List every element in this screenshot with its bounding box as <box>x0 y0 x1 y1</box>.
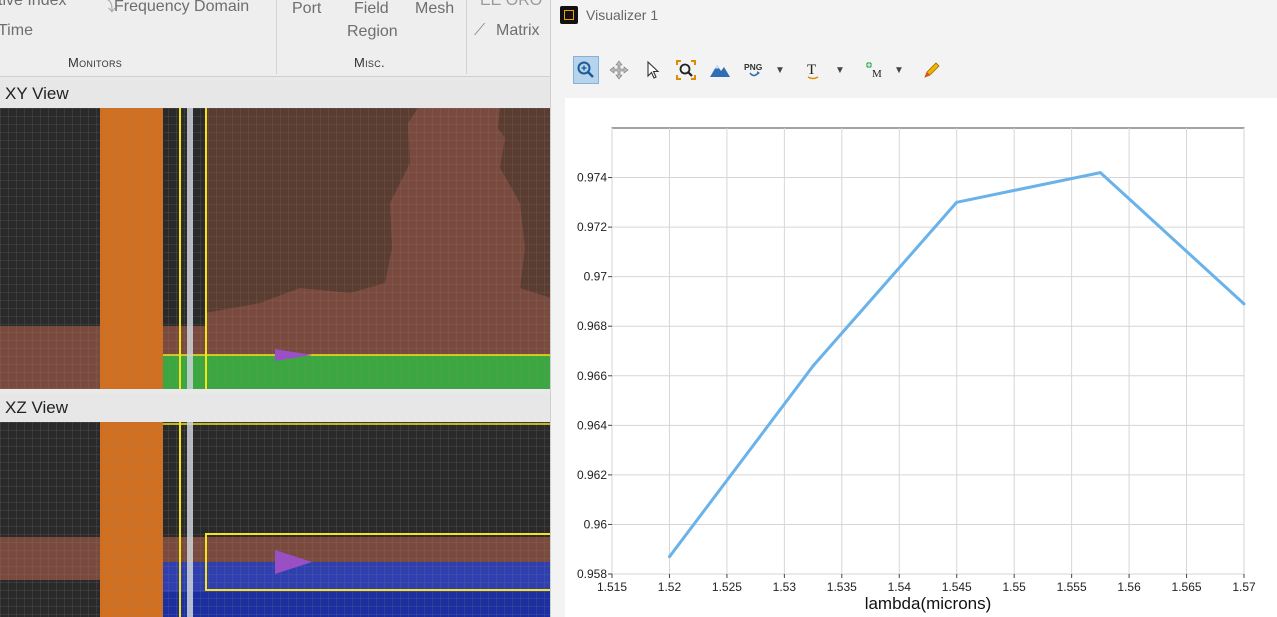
export-dropdown-button[interactable]: ▼ <box>769 56 791 84</box>
png-export-icon: PNG <box>744 62 763 77</box>
pencil-icon <box>924 62 940 78</box>
plot-style-button[interactable] <box>707 56 733 84</box>
chevron-down-icon: ▼ <box>835 64 845 76</box>
x-tick-label: 1.525 <box>712 580 742 594</box>
xz-mesh-grid <box>0 422 551 617</box>
x-tick-label: 1.515 <box>597 580 627 594</box>
x-tick-label: 1.53 <box>773 580 797 594</box>
chevron-down-icon: ▼ <box>894 64 904 76</box>
xy-view-title: XY View <box>5 84 69 103</box>
layout-editor-pane: tive Index ⤵Frequency Domain Time Monito… <box>0 0 551 617</box>
matrix-icon: ⟋ <box>474 22 486 39</box>
x-axis-label: lambda(microns) <box>865 594 992 613</box>
y-tick-label: 0.972 <box>577 220 607 234</box>
ribbon-toolbar: tive Index ⤵Frequency Domain Time Monito… <box>0 0 551 77</box>
svg-text:PNG: PNG <box>744 62 763 72</box>
y-tick-label: 0.962 <box>577 468 607 482</box>
marker-dropdown-button[interactable]: ▼ <box>888 56 910 84</box>
select-tool-button[interactable] <box>640 56 666 84</box>
y-tick-label: 0.968 <box>577 319 607 333</box>
marker-icon: M <box>866 62 882 80</box>
svg-text:T: T <box>807 62 816 78</box>
misc-group-label: Misc. <box>354 55 385 70</box>
ribbon-field-region-line1[interactable]: Field <box>354 0 389 18</box>
ribbon-separator <box>466 0 467 74</box>
ribbon-field-region-line2[interactable]: Region <box>347 23 398 41</box>
y-tick-label: 0.97 <box>584 270 608 284</box>
marker-button[interactable]: M <box>861 56 887 84</box>
matrix-label: Matrix <box>496 22 540 39</box>
chevron-down-icon: ▼ <box>775 64 785 76</box>
zoom-extents-icon <box>676 60 696 80</box>
text-icon: T <box>807 62 819 80</box>
xz-view-title: XZ View <box>5 398 68 417</box>
series-point[interactable] <box>1098 171 1102 175</box>
line-chart[interactable]: 1.515 1.52 1.525 1.53 1.535 1.54 1.545 1.55 1.55… <box>565 98 1277 617</box>
x-tick-label: 1.555 <box>1057 580 1087 594</box>
ribbon-time-button[interactable]: Time <box>0 22 33 40</box>
x-tick-label: 1.55 <box>1003 580 1027 594</box>
visualizer-toolbar: PNG ▼ T ▼ M ▼ <box>573 56 1253 86</box>
text-dropdown-button[interactable]: ▼ <box>829 56 851 84</box>
svg-text:M: M <box>872 68 882 80</box>
visualizer-window: Visualizer 1 PNG ▼ T ▼ M ▼ 1.515 1.52 1.… <box>551 0 1277 617</box>
frequency-domain-icon: ⤵ <box>100 0 117 15</box>
y-tick-label: 0.964 <box>577 418 607 432</box>
xz-view-canvas[interactable] <box>0 422 551 617</box>
x-tick-label: 1.54 <box>888 580 912 594</box>
ribbon-matrix-button[interactable]: ⟋ Matrix <box>474 22 540 40</box>
ribbon-frequency-domain-button[interactable]: ⤵Frequency Domain <box>100 0 249 16</box>
frequency-domain-label: Frequency Domain <box>114 0 250 15</box>
x-tick-label: 1.52 <box>658 580 682 594</box>
series-point[interactable] <box>1242 302 1246 306</box>
y-tick-label: 0.96 <box>584 517 608 531</box>
xy-monitor-line <box>187 108 193 389</box>
ribbon-refractive-index-button[interactable]: tive Index <box>0 0 66 10</box>
xz-view-header: XZ View <box>0 394 551 422</box>
x-tick-label: 1.565 <box>1172 580 1202 594</box>
pan-tool-button[interactable] <box>606 56 632 84</box>
text-annotation-button[interactable]: T <box>801 56 827 84</box>
ribbon-eme-button[interactable]: EE ORO <box>480 0 542 10</box>
zoom-extents-button[interactable] <box>673 56 699 84</box>
mountain-icon <box>710 65 730 77</box>
y-tick-label: 0.958 <box>577 567 607 581</box>
xy-view-canvas[interactable] <box>0 108 551 389</box>
series-point[interactable] <box>811 364 815 368</box>
pan-icon <box>609 60 629 80</box>
ribbon-port-button[interactable]: Port <box>292 0 321 18</box>
x-tick-label: 1.57 <box>1232 580 1256 594</box>
ribbon-mesh-button[interactable]: Mesh <box>415 0 454 18</box>
x-tick-label: 1.56 <box>1117 580 1141 594</box>
plot-panel[interactable]: 1.515 1.52 1.525 1.53 1.535 1.54 1.545 1.55 1.55… <box>565 98 1277 617</box>
xy-mesh-grid <box>0 108 551 389</box>
ribbon-separator <box>276 0 277 74</box>
xz-monitor-line <box>187 422 193 617</box>
zoom-icon <box>577 61 594 78</box>
export-png-button[interactable]: PNG <box>741 56 767 84</box>
visualizer-app-icon <box>560 6 578 24</box>
series-point[interactable] <box>955 200 959 204</box>
y-tick-label: 0.966 <box>577 369 607 383</box>
pointer-icon <box>647 60 660 79</box>
zoom-tool-button[interactable] <box>573 56 599 84</box>
x-tick-label: 1.545 <box>942 580 972 594</box>
visualizer-titlebar[interactable]: Visualizer 1 <box>551 0 1277 34</box>
series-point[interactable] <box>667 555 671 559</box>
x-tick-label: 1.535 <box>827 580 857 594</box>
xy-view-header: XY View <box>0 80 551 108</box>
monitors-group-label: Monitors <box>68 55 123 70</box>
visualizer-title: Visualizer 1 <box>586 7 659 23</box>
y-tick-label: 0.974 <box>577 171 607 185</box>
pencil-button[interactable] <box>919 56 945 84</box>
